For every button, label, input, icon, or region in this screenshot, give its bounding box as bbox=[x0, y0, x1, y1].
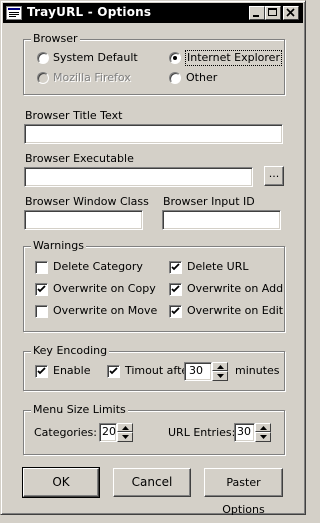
checkbox-delete-url[interactable] bbox=[169, 261, 182, 274]
arrow-up-icon bbox=[217, 365, 224, 369]
delete-category-label[interactable]: Delete Category bbox=[53, 260, 143, 274]
checkmark-icon bbox=[37, 367, 46, 375]
checkbox-delete-category[interactable] bbox=[35, 261, 48, 274]
checkmark-icon bbox=[171, 307, 180, 315]
browser-title-text-input[interactable] bbox=[24, 124, 283, 144]
checkmark-icon bbox=[37, 285, 46, 293]
close-icon bbox=[286, 8, 295, 17]
url-entries-spinner[interactable] bbox=[255, 423, 271, 442]
radio-internet-explorer[interactable] bbox=[169, 52, 181, 64]
overwrite-add-label[interactable]: Overwrite on Add bbox=[187, 282, 283, 296]
browser-window-class-label: Browser Window Class bbox=[25, 195, 149, 208]
trayurl-app-icon bbox=[6, 5, 22, 21]
arrow-up-icon bbox=[260, 426, 267, 430]
window-title: TrayURL - Options bbox=[27, 5, 152, 19]
browse-executable-button[interactable]: ... bbox=[264, 166, 284, 186]
spin-down-button[interactable] bbox=[117, 432, 133, 442]
overwrite-edit-label[interactable]: Overwrite on Edit bbox=[187, 304, 283, 318]
internet-explorer-label[interactable]: Internet Explorer bbox=[185, 50, 282, 66]
radio-system-default[interactable] bbox=[37, 52, 49, 64]
browser-input-id-label: Browser Input ID bbox=[163, 195, 255, 208]
checkmark-icon bbox=[171, 285, 180, 293]
spin-down-button[interactable] bbox=[255, 432, 271, 442]
categories-label: Categories: bbox=[34, 426, 97, 439]
arrow-down-icon bbox=[122, 435, 129, 439]
browse-button-label: ... bbox=[268, 167, 280, 180]
categories-spinner[interactable] bbox=[117, 423, 133, 442]
overwrite-move-label[interactable]: Overwrite on Move bbox=[53, 304, 157, 318]
browser-title-text-label: Browser Title Text bbox=[25, 109, 123, 122]
arrow-up-icon bbox=[122, 426, 129, 430]
checkbox-enable-key-encoding[interactable] bbox=[35, 365, 48, 378]
title-bar[interactable]: TrayURL - Options bbox=[3, 3, 303, 23]
warnings-legend: Warnings bbox=[31, 239, 86, 253]
timeout-minutes-input[interactable]: 30 bbox=[184, 362, 212, 381]
browser-legend: Browser bbox=[31, 32, 80, 46]
arrow-down-icon bbox=[260, 435, 267, 439]
checkbox-overwrite-move[interactable] bbox=[35, 305, 48, 318]
checkbox-timeout[interactable] bbox=[107, 365, 120, 378]
cancel-button-label: Cancel bbox=[131, 475, 173, 489]
categories-input[interactable]: 20 bbox=[99, 423, 117, 442]
spin-down-button[interactable] bbox=[212, 371, 228, 381]
checkbox-overwrite-add[interactable] bbox=[169, 283, 182, 296]
ok-button-label: OK bbox=[52, 475, 70, 489]
enable-label[interactable]: Enable bbox=[53, 364, 90, 378]
checkmark-icon bbox=[109, 367, 118, 375]
radio-selected-dot bbox=[173, 56, 177, 60]
minimize-icon bbox=[253, 15, 259, 17]
cancel-button[interactable]: Cancel bbox=[113, 468, 191, 497]
mozilla-firefox-label: Mozilla Firefox bbox=[53, 71, 131, 84]
browser-window-class-input[interactable] bbox=[24, 210, 143, 230]
arrow-down-icon bbox=[217, 374, 224, 378]
timeout-spinner[interactable] bbox=[212, 362, 228, 381]
options-window: TrayURL - Options Browser System Default… bbox=[0, 0, 306, 516]
radio-mozilla-firefox bbox=[37, 72, 49, 84]
radio-other[interactable] bbox=[169, 72, 181, 84]
timeout-label[interactable]: Timout after bbox=[125, 364, 193, 378]
paster-options-button[interactable]: Paster Options bbox=[204, 468, 283, 516]
browser-executable-label: Browser Executable bbox=[25, 152, 134, 165]
browser-group: Browser bbox=[23, 32, 285, 95]
maximize-button[interactable] bbox=[265, 6, 281, 20]
spin-up-button[interactable] bbox=[255, 423, 271, 432]
system-default-label[interactable]: System Default bbox=[53, 51, 138, 65]
spin-up-button[interactable] bbox=[212, 362, 228, 371]
key-encoding-legend: Key Encoding bbox=[31, 344, 110, 358]
checkmark-icon bbox=[171, 263, 180, 271]
other-label[interactable]: Other bbox=[186, 71, 217, 85]
browser-input-id-input[interactable] bbox=[162, 210, 281, 230]
checkbox-overwrite-copy[interactable] bbox=[35, 283, 48, 296]
minimize-button[interactable] bbox=[249, 6, 265, 20]
maximize-icon bbox=[268, 8, 277, 16]
overwrite-copy-label[interactable]: Overwrite on Copy bbox=[53, 282, 156, 296]
delete-url-label[interactable]: Delete URL bbox=[187, 260, 248, 274]
checkbox-overwrite-edit[interactable] bbox=[169, 305, 182, 318]
menu-size-limits-legend: Menu Size Limits bbox=[31, 403, 128, 417]
url-entries-label: URL Entries: bbox=[168, 426, 236, 439]
browser-executable-input[interactable] bbox=[24, 167, 253, 187]
minutes-label: minutes bbox=[235, 364, 280, 377]
close-button[interactable] bbox=[283, 6, 299, 20]
url-entries-input[interactable]: 30 bbox=[234, 423, 255, 442]
ok-button[interactable]: OK bbox=[22, 467, 100, 498]
spin-up-button[interactable] bbox=[117, 423, 133, 432]
